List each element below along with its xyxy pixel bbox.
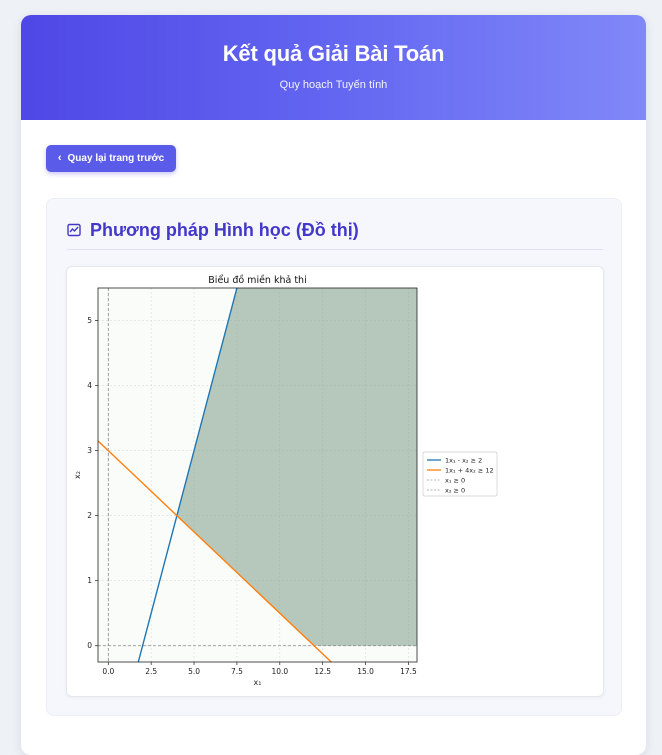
result-card: Kết quả Giải Bài Toán Quy hoạch Tuyến tí…: [21, 15, 646, 755]
legend-label: 1x₁ + 4x₂ ≥ 12: [445, 467, 494, 475]
chart-icon: [67, 223, 81, 237]
y-tick-label: 3: [87, 446, 92, 455]
y-axis-label: x₂: [73, 471, 82, 479]
legend-label: x₂ ≥ 0: [445, 487, 465, 495]
chevron-left-icon: ‹: [57, 152, 62, 164]
section-divider: [67, 249, 603, 250]
page-header: Kết quả Giải Bài Toán Quy hoạch Tuyến tí…: [21, 15, 646, 120]
x-tick-label: 2.5: [145, 667, 157, 676]
page-title: Kết quả Giải Bài Toán: [222, 41, 445, 66]
x-tick-label: 10.0: [271, 667, 288, 676]
x-axis-label: x₁: [254, 678, 262, 687]
page-subtitle: Quy hoạch Tuyến tính: [279, 79, 388, 91]
graphical-method-section: Phương pháp Hình học (Đồ thị) 0.0 2.5 5.0 7…: [46, 198, 622, 716]
plot-container: 0.0 2.5 5.0 7.5 10.0 12.5 15.0 17.5 0 1 2 3 4 5 Biểu đ…: [66, 266, 604, 697]
legend-label: 1x₁ - x₂ ≥ 2: [445, 457, 482, 465]
x-tick-label: 7.5: [231, 667, 243, 676]
section-title: Phương pháp Hình học (Đồ thị): [67, 217, 359, 243]
section-title-text: Phương pháp Hình học (Đồ thị): [90, 219, 359, 240]
x-tick-label: 12.5: [314, 667, 331, 676]
y-tick-label: 0: [87, 641, 92, 650]
back-button[interactable]: ‹ Quay lại trang trước: [46, 145, 176, 172]
x-tick-label: 5.0: [188, 667, 200, 676]
x-tick-label: 0.0: [102, 667, 114, 676]
chart-title: Biểu đồ miền khả thi: [208, 275, 306, 286]
back-button-label: Quay lại trang trước: [67, 153, 165, 164]
y-tick-label: 1: [87, 576, 92, 585]
legend-label: x₁ ≥ 0: [445, 477, 465, 485]
y-tick-label: 5: [87, 316, 92, 325]
x-tick-label: 15.0: [357, 667, 374, 676]
y-tick-label: 4: [87, 381, 92, 390]
feasible-region-chart: 0.0 2.5 5.0 7.5 10.0 12.5 15.0 17.5 0 1 2 3 4 5 Biểu đ…: [73, 275, 498, 687]
y-tick-label: 2: [87, 511, 92, 520]
x-tick-label: 17.5: [400, 667, 417, 676]
